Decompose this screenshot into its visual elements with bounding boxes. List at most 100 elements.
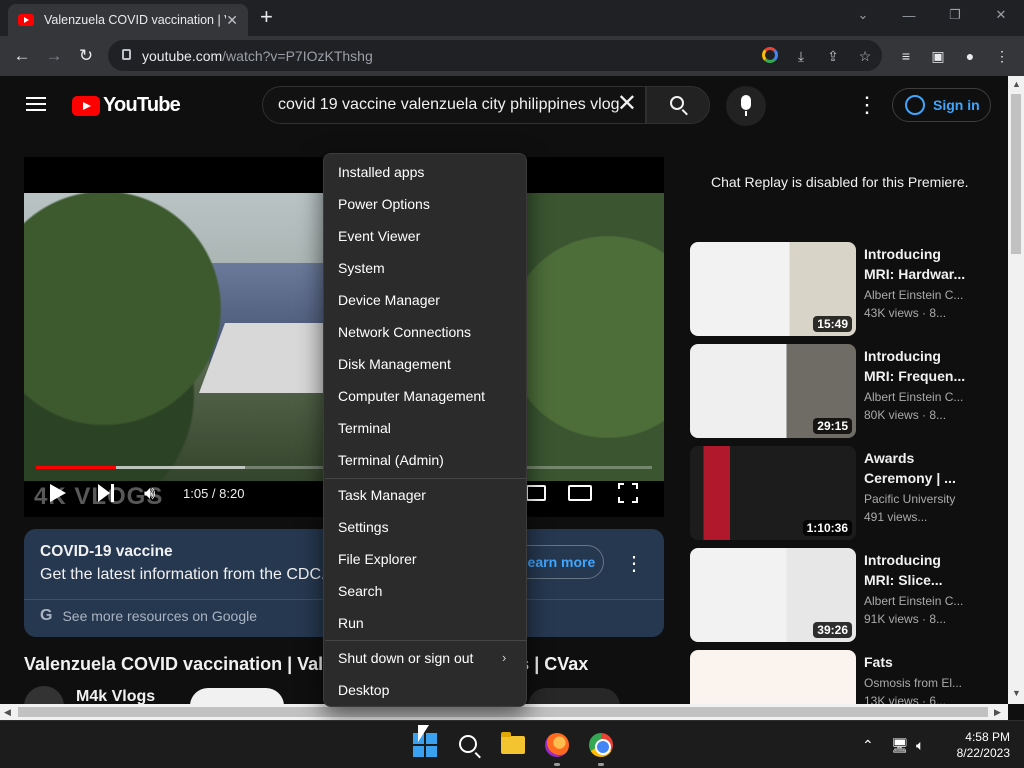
more-resources-link[interactable]: G See more resources on Google [40, 607, 257, 625]
video-thumbnail[interactable]: 1:10:36 [690, 446, 856, 540]
menu-item-device-manager[interactable]: Device Manager [338, 292, 440, 308]
recommendation-title[interactable]: Introducing MRI: Frequen... [864, 346, 968, 386]
miniplayer-icon[interactable] [526, 485, 546, 501]
video-duration: 29:15 [813, 418, 852, 434]
menu-item-file-explorer[interactable]: File Explorer [338, 551, 417, 567]
vertical-scroll-thumb[interactable] [1011, 94, 1021, 254]
recommendation-title[interactable]: Awards Ceremony | ... [864, 448, 968, 488]
search-button[interactable] [646, 86, 710, 124]
recommendation-channel: Pacific University [864, 492, 956, 506]
fullscreen-icon[interactable] [618, 483, 638, 503]
card-subtitle: Get the latest information from the CDC. [40, 566, 326, 583]
install-icon[interactable]: ⤓ [792, 47, 810, 65]
video-thumbnail[interactable] [690, 650, 856, 704]
system-clock[interactable]: 4:58 PM 8/22/2023 [940, 729, 1010, 761]
recommendation-title[interactable]: Fats [864, 652, 968, 672]
play-icon[interactable] [50, 484, 66, 502]
search-icon [670, 96, 684, 110]
card-menu-icon[interactable]: ⋮ [624, 551, 644, 576]
voice-search-button[interactable] [726, 86, 766, 126]
tab-close-icon[interactable]: ✕ [226, 12, 238, 29]
video-duration: 1:10:36 [802, 520, 852, 536]
hamburger-menu-icon[interactable] [26, 97, 46, 111]
horizontal-scroll-thumb[interactable] [18, 707, 988, 717]
side-panel-icon[interactable]: ▣ [928, 46, 948, 66]
recommendation-item[interactable]: 29:15 Introducing MRI: Frequen... Albert… [690, 344, 990, 438]
menu-item-system[interactable]: System [338, 260, 385, 276]
new-tab-button[interactable]: + [260, 6, 273, 28]
video-thumbnail[interactable]: 29:15 [690, 344, 856, 438]
card-title: COVID-19 vaccine [40, 543, 173, 560]
youtube-logo[interactable]: YouTube [72, 94, 181, 117]
sign-in-button[interactable]: Sign in [892, 88, 991, 122]
firefox-icon[interactable] [545, 733, 569, 757]
share-icon[interactable]: ⇪ [824, 47, 842, 65]
menu-item-computer-management[interactable]: Computer Management [338, 388, 485, 404]
back-arrow-icon[interactable]: ← [10, 44, 34, 68]
chrome-icon[interactable] [589, 733, 613, 757]
menu-item-shut-down[interactable]: Shut down or sign out [338, 650, 473, 666]
video-thumbnail[interactable]: 15:49 [690, 242, 856, 336]
scroll-down-icon[interactable]: ▼ [1012, 688, 1021, 698]
recommendation-item[interactable]: Fats Osmosis from El... 13K views · 6... [690, 650, 990, 704]
account-icon [905, 95, 925, 115]
google-lens-icon[interactable] [762, 47, 778, 63]
browser-tab[interactable]: Valenzuela COVID vaccination | V ✕ [8, 4, 248, 36]
file-explorer-icon[interactable] [501, 732, 525, 754]
recommendation-item[interactable]: 39:26 Introducing MRI: Slice... Albert E… [690, 548, 990, 642]
tab-search-icon[interactable]: ⌄ [840, 0, 886, 30]
minimize-button[interactable]: — [886, 0, 932, 30]
menu-item-event-viewer[interactable]: Event Viewer [338, 228, 420, 244]
scroll-up-icon[interactable]: ▲ [1012, 79, 1021, 89]
menu-item-settings[interactable]: Settings [338, 519, 389, 535]
menu-item-installed-apps[interactable]: Installed apps [338, 164, 424, 180]
search-input[interactable]: covid 19 vaccine valenzuela city philipp… [262, 86, 646, 124]
browser-menu-icon[interactable]: ⋮ [992, 46, 1012, 66]
media-control-icon[interactable]: ≡ [896, 46, 916, 66]
chevron-up-icon[interactable]: ⌃ [862, 737, 874, 754]
youtube-play-logo-icon [72, 95, 100, 116]
menu-item-terminal-admin[interactable]: Terminal (Admin) [338, 452, 444, 468]
recommendation-item[interactable]: 1:10:36 Awards Ceremony | ... Pacific Un… [690, 446, 990, 540]
theater-mode-icon[interactable] [568, 485, 592, 501]
menu-item-power-options[interactable]: Power Options [338, 196, 430, 212]
menu-item-disk-management[interactable]: Disk Management [338, 356, 451, 372]
vertical-scrollbar[interactable]: ▲ ▼ [1008, 76, 1024, 704]
taskbar-search-icon[interactable] [459, 735, 477, 753]
menu-item-search[interactable]: Search [338, 583, 382, 599]
volume-icon[interactable]: 🔊︎ [144, 483, 155, 504]
network-icon[interactable]: 🖥︎ [891, 737, 909, 754]
profile-icon[interactable]: ● [960, 46, 980, 66]
restore-button[interactable]: ❐ [932, 0, 978, 30]
scroll-left-icon[interactable]: ◀ [4, 707, 11, 718]
bookmark-star-icon[interactable]: ☆ [856, 47, 874, 65]
channel-avatar[interactable] [24, 686, 64, 704]
clear-search-icon[interactable]: ✕ [617, 92, 637, 116]
menu-item-run[interactable]: Run [338, 615, 364, 631]
clock-time: 4:58 PM [965, 730, 1010, 744]
share-button[interactable] [528, 688, 620, 704]
menu-item-terminal[interactable]: Terminal [338, 420, 391, 436]
menu-item-task-manager[interactable]: Task Manager [338, 487, 426, 503]
recommendation-title[interactable]: Introducing MRI: Slice... [864, 550, 968, 590]
menu-item-network-connections[interactable]: Network Connections [338, 324, 471, 340]
next-icon[interactable] [98, 484, 114, 502]
address-bar[interactable]: youtube.com/watch?v=P7IOzKThshg ⤓ ⇪ ☆ [108, 40, 882, 71]
settings-kebab-icon[interactable]: ⋮ [856, 94, 878, 116]
video-thumbnail[interactable]: 39:26 [690, 548, 856, 642]
volume-tray-icon[interactable]: 🔈︎ [916, 737, 924, 754]
tab-title: Valenzuela COVID vaccination | V [44, 13, 226, 27]
forward-arrow-icon[interactable]: → [42, 44, 66, 68]
recommendation-title[interactable]: Introducing MRI: Hardwar... [864, 244, 968, 284]
search-query: covid 19 vaccine valenzuela city philipp… [278, 96, 620, 113]
played-bar [36, 466, 117, 469]
menu-separator [325, 640, 527, 641]
menu-item-desktop[interactable]: Desktop [338, 682, 389, 698]
subscribe-button[interactable] [190, 688, 284, 704]
chat-replay-note: Chat Replay is disabled for this Premier… [711, 174, 969, 190]
close-window-button[interactable]: ✕ [978, 0, 1024, 30]
recommendation-item[interactable]: 15:49 Introducing MRI: Hardwar... Albert… [690, 242, 990, 336]
reload-icon[interactable]: ↻ [74, 44, 98, 68]
channel-name[interactable]: M4k Vlogs [76, 688, 155, 704]
scroll-right-icon[interactable]: ▶ [994, 707, 1001, 718]
